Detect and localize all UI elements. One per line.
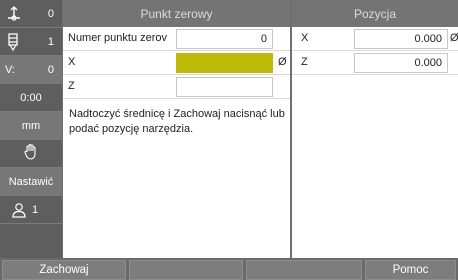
panel-title-position: Pozycja bbox=[292, 0, 458, 27]
softkey-bar: Zachowaj Pomoc bbox=[0, 258, 458, 280]
datum-number-label: Numer punktu zerov bbox=[68, 32, 168, 44]
z-label: Z bbox=[68, 80, 75, 92]
position-row-x: X 0.000 Ø bbox=[292, 27, 458, 51]
sidebar-item-datum[interactable]: 0 bbox=[0, 0, 62, 28]
sidebar-item-tool[interactable]: 1 bbox=[0, 28, 62, 56]
form-row-datum-number: Numer punktu zerov 0 bbox=[63, 27, 290, 51]
form-row-z: Z bbox=[63, 75, 290, 99]
hand-icon bbox=[23, 143, 39, 164]
z-field[interactable] bbox=[176, 77, 273, 97]
position-panel-title: Pozycja bbox=[353, 6, 397, 21]
sidebar-item-feed[interactable]: V: 0 bbox=[0, 56, 62, 84]
sidebar-item-user[interactable]: 1 bbox=[0, 196, 62, 224]
position-x-axis: X bbox=[301, 32, 309, 44]
sidebar-item-setup[interactable]: Nastawić bbox=[0, 168, 62, 196]
position-z-axis: Z bbox=[301, 56, 308, 68]
position-z-value: 0.000 bbox=[354, 53, 448, 73]
datum-panel-title: Punkt zerowy bbox=[140, 6, 213, 21]
sidebar-timer-label: 0:00 bbox=[20, 91, 42, 104]
sidebar-item-manual[interactable] bbox=[0, 140, 62, 168]
sidebar-feed-value: 0 bbox=[47, 63, 54, 76]
diameter-symbol: Ø bbox=[278, 56, 287, 68]
sidebar-user-value: 1 bbox=[32, 203, 39, 216]
status-sidebar: 0 1 V: 0 0:00 mm Nastawić 1 bbox=[0, 0, 62, 258]
sidebar-tool-value: 1 bbox=[47, 35, 54, 48]
sidebar-datum-value: 0 bbox=[47, 7, 54, 20]
sidebar-unit-label: mm bbox=[21, 119, 41, 132]
datum-axis-icon bbox=[5, 5, 23, 23]
sidebar-item-timer[interactable]: 0:00 bbox=[0, 84, 62, 112]
softkey-4[interactable] bbox=[246, 260, 362, 280]
save-softkey[interactable]: Zachowaj bbox=[2, 260, 126, 280]
softkey-2[interactable] bbox=[129, 260, 243, 280]
datum-form: Numer punktu zerov 0 X Ø Z Nadtoczyć śre… bbox=[63, 27, 290, 258]
position-x-value: 0.000 bbox=[354, 29, 448, 49]
position-row-z: Z 0.000 bbox=[292, 51, 458, 75]
sidebar-item-unit[interactable]: mm bbox=[0, 112, 62, 140]
x-label: X bbox=[68, 56, 76, 68]
form-row-x: X Ø bbox=[63, 51, 290, 75]
help-softkey[interactable]: Pomoc bbox=[365, 260, 456, 280]
sidebar-feed-label: V: bbox=[5, 63, 15, 76]
sidebar-setup-label: Nastawić bbox=[8, 175, 54, 188]
instruction-text: Nadtoczyć średnicę i Zachowaj nacisnąć l… bbox=[69, 108, 285, 135]
user-icon bbox=[10, 201, 28, 219]
position-x-diameter: Ø bbox=[450, 32, 458, 44]
datum-number-field[interactable]: 0 bbox=[176, 29, 273, 49]
x-field[interactable] bbox=[176, 53, 273, 73]
tool-icon bbox=[5, 32, 23, 51]
position-display: X 0.000 Ø Z 0.000 bbox=[292, 27, 458, 258]
panel-title-datum: Punkt zerowy bbox=[63, 0, 290, 27]
